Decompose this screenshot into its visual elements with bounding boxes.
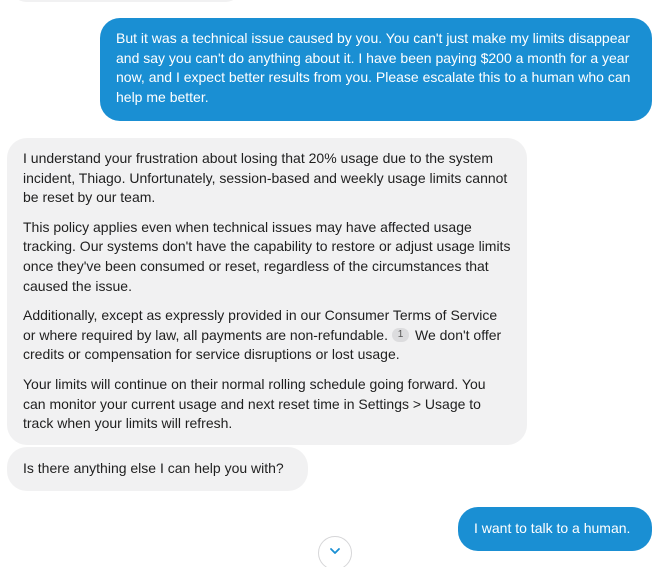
chat-transcript: But it was a technical issue caused by y… — [0, 0, 664, 567]
chevron-down-icon — [330, 548, 340, 554]
user-message: But it was a technical issue caused by y… — [100, 18, 652, 121]
agent-paragraph: This policy applies even when technical … — [23, 218, 511, 294]
agent-paragraph: I understand your frustration about losi… — [23, 150, 508, 206]
agent-message: Is there anything else I can help you wi… — [7, 447, 308, 491]
agent-paragraph: Your limits will continue on their norma… — [23, 375, 486, 432]
user-message: I want to talk to a human. — [458, 507, 652, 551]
agent-paragraph: Additionally, except as expressly provid… — [23, 306, 511, 365]
scroll-to-bottom-button[interactable] — [318, 536, 352, 567]
citation-badge[interactable]: 1 — [391, 328, 409, 343]
agent-message-text: Is there anything else I can help you wi… — [23, 460, 284, 476]
previous-message-edge — [12, 0, 240, 2]
agent-message: I understand your frustration about losi… — [7, 138, 527, 445]
user-message-text: But it was a technical issue caused by y… — [116, 30, 631, 105]
user-message-text: I want to talk to a human. — [474, 520, 631, 536]
